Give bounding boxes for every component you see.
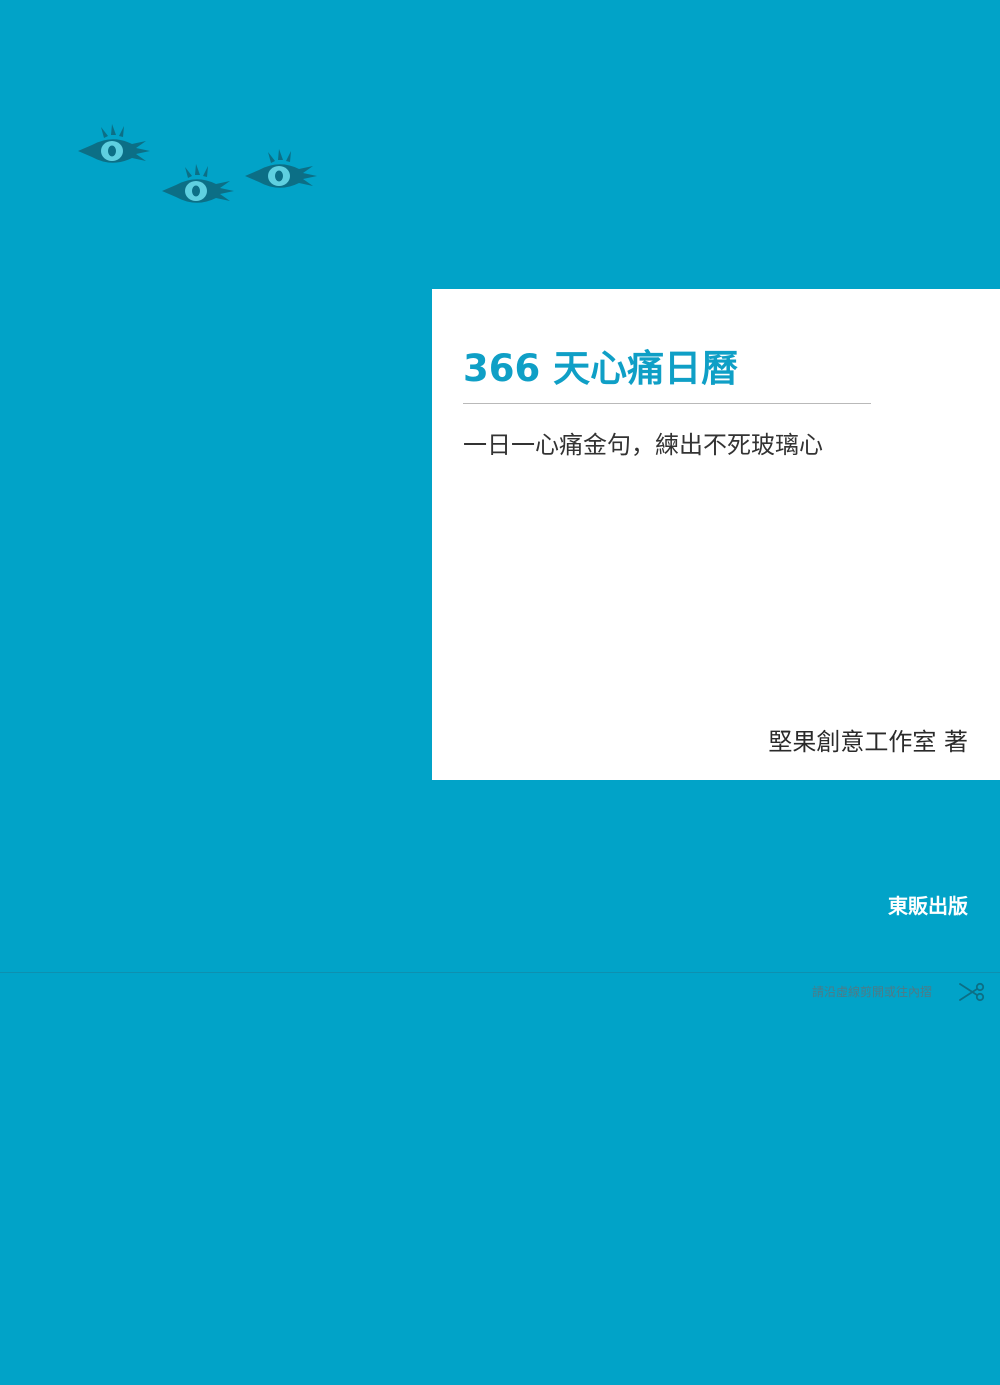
title-divider	[463, 403, 871, 404]
scissors-icon	[959, 982, 985, 1002]
eye-icon	[162, 164, 234, 203]
cut-instruction: 請沿虛線剪開或往內摺	[812, 985, 933, 999]
title-panel: 366 天心痛日曆 一日一心痛金句，練出不死玻璃心 堅果創意工作室 著	[432, 289, 1000, 780]
book-author: 堅果創意工作室 著	[768, 728, 968, 756]
book-title: 366 天心痛日曆	[463, 347, 739, 390]
eye-decoration-group	[70, 118, 330, 218]
eye-icon	[245, 149, 317, 188]
book-subtitle: 一日一心痛金句，練出不死玻璃心	[463, 431, 823, 459]
publisher-name: 東販出版	[888, 894, 968, 918]
cut-line	[0, 972, 1000, 973]
eye-icon	[78, 124, 150, 163]
